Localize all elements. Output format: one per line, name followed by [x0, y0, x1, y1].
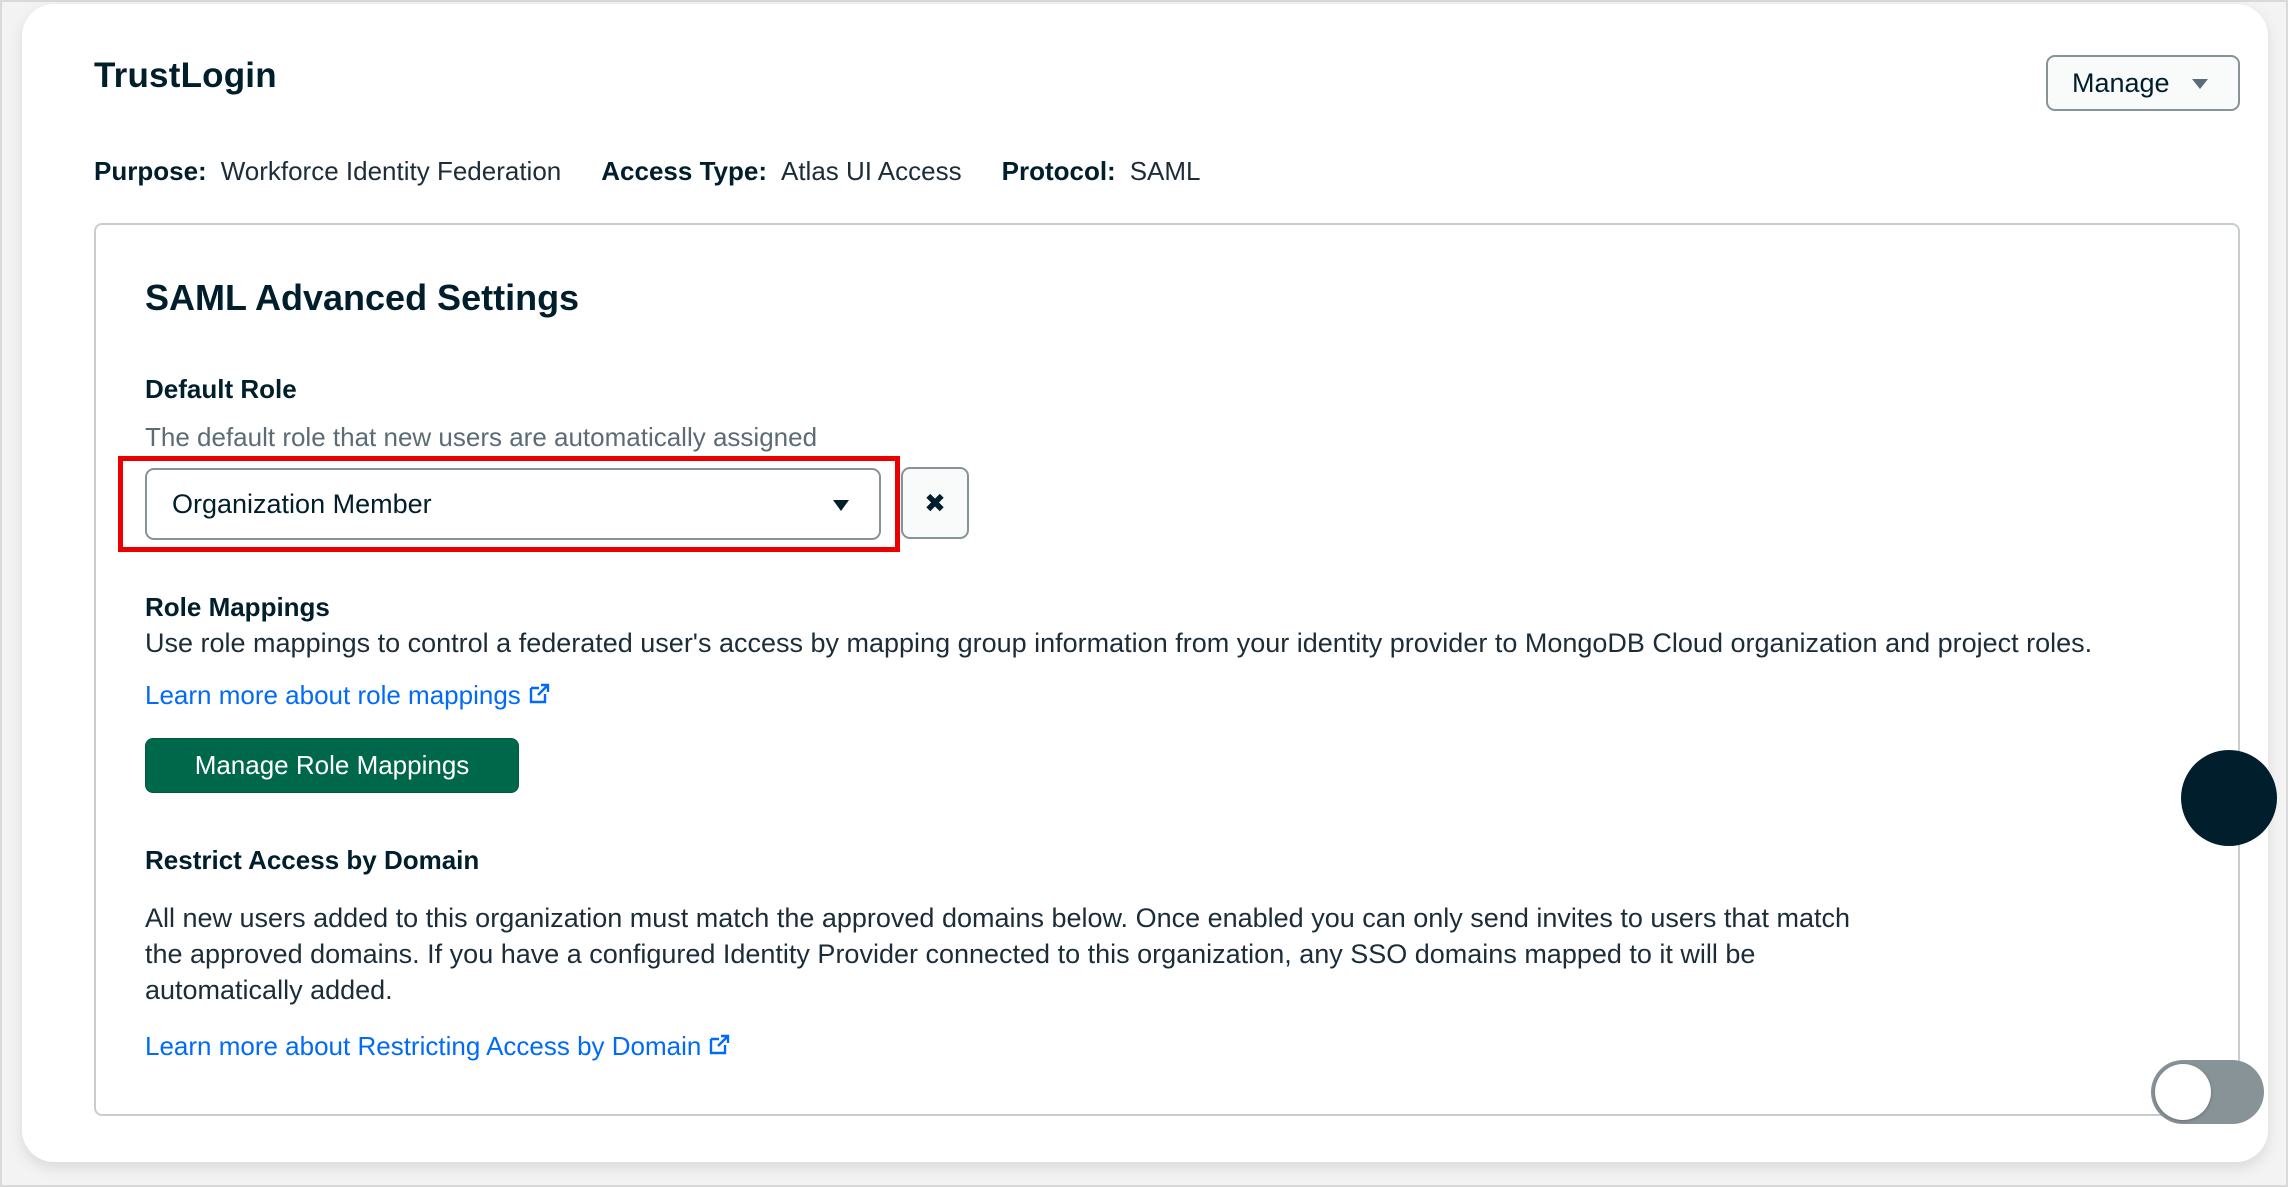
manage-dropdown-button[interactable]: Manage — [2046, 55, 2240, 111]
section-title: SAML Advanced Settings — [145, 277, 580, 318]
purpose-value: Workforce Identity Federation — [220, 156, 562, 186]
restrict-access-link-label: Learn more about Restricting Access by D… — [145, 1031, 702, 1061]
role-mappings-learn-more-link[interactable]: Learn more about role mappings — [145, 680, 551, 711]
protocol-key: Protocol: — [1001, 156, 1116, 186]
manage-role-mappings-label: Manage Role Mappings — [194, 750, 470, 780]
help-chat-launcher[interactable] — [2181, 750, 2277, 846]
manage-role-mappings-button[interactable]: Manage Role Mappings — [145, 738, 519, 793]
chevron-down-icon — [2192, 79, 2208, 89]
page-title: TrustLogin — [94, 56, 277, 95]
purpose-key: Purpose: — [94, 156, 207, 186]
manage-button-label: Manage — [2072, 67, 2170, 98]
restrict-access-toggle[interactable] — [2151, 1060, 2264, 1124]
default-role-selected-value: Organization Member — [172, 488, 432, 519]
role-mappings-label: Role Mappings — [145, 592, 330, 622]
clear-default-role-button[interactable]: ✖ — [901, 467, 969, 539]
restrict-access-learn-more-link[interactable]: Learn more about Restricting Access by D… — [145, 1031, 731, 1062]
restrict-desc-line-2: the approved domains. If you have a conf… — [145, 939, 1756, 969]
toggle-knob — [2155, 1064, 2211, 1120]
protocol-value: SAML — [1129, 156, 1201, 186]
default-role-label: Default Role — [145, 374, 297, 404]
caret-down-icon — [833, 500, 849, 511]
idp-meta-row: Purpose: Workforce Identity Federation Acc… — [94, 156, 1241, 187]
access-type-key: Access Type: — [601, 156, 767, 186]
restrict-desc-line-1: All new users added to this organization… — [145, 903, 1850, 933]
restrict-desc-line-3: automatically added. — [145, 975, 393, 1005]
role-mappings-link-label: Learn more about role mappings — [145, 680, 521, 710]
restrict-access-description: All new users added to this organization… — [145, 900, 1850, 1008]
external-link-icon — [710, 1034, 730, 1055]
saml-advanced-settings-panel: SAML Advanced Settings Default Role The … — [94, 223, 2264, 1124]
role-mappings-description: Use role mappings to control a federated… — [145, 628, 2093, 658]
restrict-access-label: Restrict Access by Domain — [145, 845, 480, 875]
external-link-icon — [529, 683, 549, 704]
default-role-description: The default role that new users are auto… — [145, 422, 818, 452]
access-type-value: Atlas UI Access — [780, 156, 962, 186]
default-role-select[interactable]: Organization Member — [145, 468, 881, 540]
idp-card: TrustLogin Manage Purpose: Workforce Iden… — [22, 4, 2268, 1162]
close-icon: ✖ — [924, 487, 946, 518]
